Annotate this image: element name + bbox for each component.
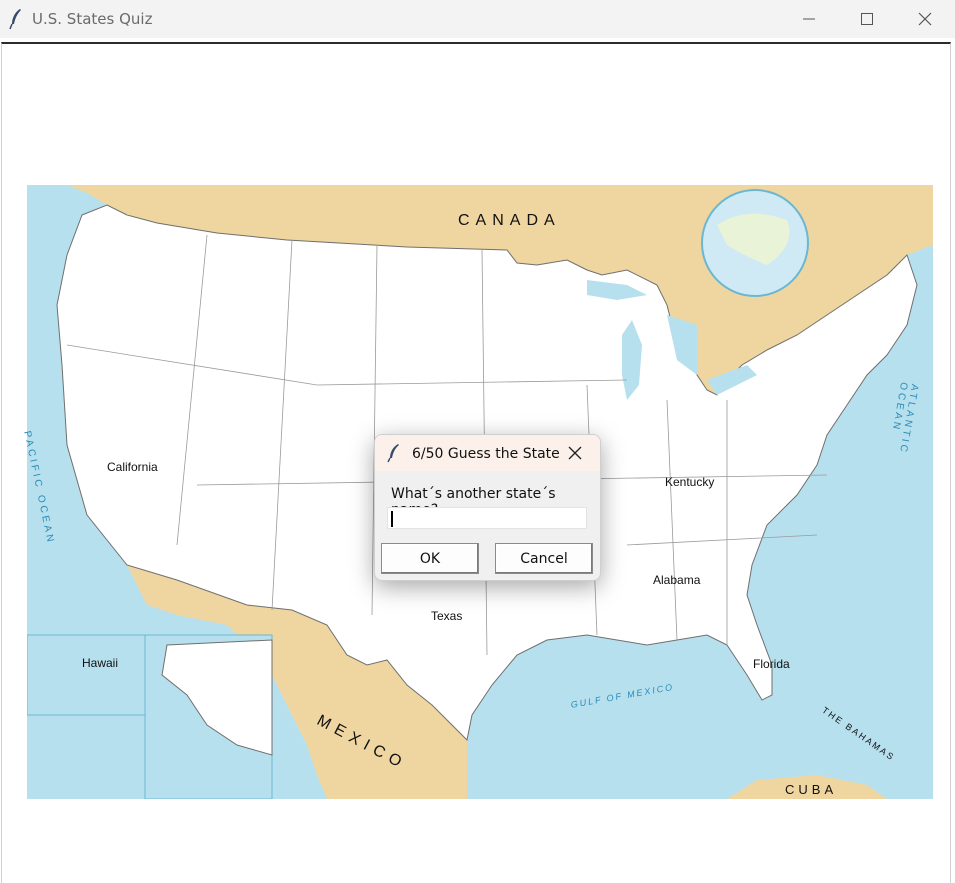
window-title: U.S. States Quiz bbox=[32, 10, 153, 28]
maximize-button[interactable] bbox=[839, 0, 895, 38]
close-icon bbox=[918, 12, 932, 26]
dialog-title: 6/50 Guess the State bbox=[412, 446, 560, 462]
guess-dialog: 6/50 Guess the State What´s another stat… bbox=[374, 434, 601, 581]
state-label-kentucky: Kentucky bbox=[665, 475, 715, 489]
state-label-texas: Texas bbox=[431, 609, 463, 623]
dialog-titlebar[interactable]: 6/50 Guess the State bbox=[375, 435, 600, 471]
maximize-icon bbox=[861, 13, 873, 25]
region-label-cuba: CUBA bbox=[785, 782, 838, 797]
ok-button[interactable]: OK bbox=[381, 543, 479, 574]
state-label-hawaii: Hawaii bbox=[82, 656, 119, 670]
feather-icon bbox=[9, 9, 21, 30]
state-label-california: California bbox=[107, 460, 158, 474]
state-name-input[interactable] bbox=[387, 507, 587, 529]
close-window-button[interactable] bbox=[897, 0, 953, 38]
window-titlebar[interactable]: U.S. States Quiz bbox=[0, 0, 955, 38]
minimize-icon bbox=[803, 18, 815, 20]
text-caret bbox=[391, 511, 393, 527]
close-icon[interactable] bbox=[567, 445, 583, 461]
region-label-canada: CANADA bbox=[458, 212, 561, 229]
cancel-button[interactable]: Cancel bbox=[495, 543, 593, 574]
state-label-alabama: Alabama bbox=[653, 573, 701, 587]
minimize-button[interactable] bbox=[781, 0, 837, 38]
feather-icon bbox=[387, 444, 399, 463]
state-label-florida: Florida bbox=[753, 657, 790, 671]
